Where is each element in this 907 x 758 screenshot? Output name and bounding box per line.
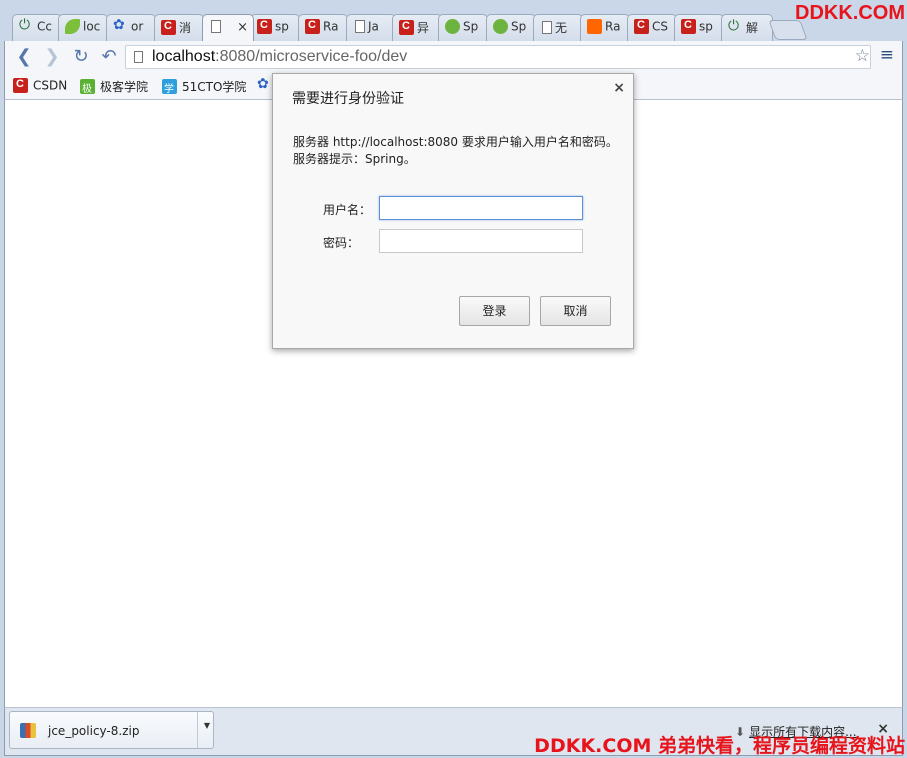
tab-label: sp (699, 19, 713, 34)
menu-icon[interactable]: ≡ (880, 45, 894, 65)
watermark-bottom: DDKK.COM 弟弟快看，程序员编程资料站 (534, 735, 905, 757)
paw-icon (257, 76, 272, 93)
csdn-icon (161, 20, 176, 35)
undo-button[interactable]: ↶ (98, 46, 120, 68)
spring-icon (493, 19, 508, 34)
bookmark-jike[interactable]: 极客学院 (80, 78, 148, 95)
url-host: localhost (152, 48, 216, 65)
reload-button[interactable]: ↻ (70, 46, 92, 68)
tab-16[interactable]: 解 (721, 14, 773, 41)
tab-3[interactable]: or (106, 14, 156, 41)
spring-icon (445, 19, 460, 34)
tab-label: 消 (179, 21, 192, 35)
bookmark-label: 51CTO学院 (182, 80, 247, 94)
tab-8[interactable]: Ja (346, 14, 396, 41)
tab-label: CS (652, 19, 668, 34)
toolbar: ❮ ❯ ↻ ↶ localhost:8080/microservice-foo/… (4, 41, 903, 73)
page-icon (211, 20, 221, 33)
bookmark-csdn[interactable]: CSDN (13, 78, 67, 93)
bookmark-51cto[interactable]: 51CTO学院 (162, 78, 246, 95)
back-button[interactable]: ❮ (13, 46, 35, 68)
tab-9[interactable]: 异 (392, 14, 442, 41)
divider (197, 712, 198, 748)
tab-label: Ja (368, 19, 379, 34)
undo-icon: ↶ (101, 46, 117, 67)
download-item[interactable]: jce_policy-8.zip ▼ (9, 711, 214, 749)
username-label: 用户名： (323, 203, 372, 217)
password-label: 密码： (323, 236, 360, 250)
csdn-icon (13, 78, 28, 93)
tab-label: 异 (417, 21, 430, 35)
tab-2[interactable]: loc (58, 14, 108, 41)
watermark-top: DDKK.COM (795, 2, 905, 24)
csdn-icon (681, 19, 696, 34)
cto-icon (162, 79, 177, 95)
tab-11[interactable]: Sp (486, 14, 536, 41)
leaf-icon (65, 19, 80, 34)
tab-label: Sp (511, 19, 527, 34)
login-button[interactable]: 登录 (459, 296, 530, 326)
url-path: :8080/microservice-foo/dev (215, 48, 408, 65)
tab-label: 解 (746, 21, 759, 35)
close-tab-icon[interactable]: × (237, 20, 248, 35)
paw-icon (113, 17, 128, 34)
dialog-message: 服务器 http://localhost:8080 要求用户输入用户名和密码。 (293, 135, 618, 149)
reload-icon: ↻ (73, 46, 89, 67)
tab-1[interactable]: Cc (12, 14, 62, 41)
tab-15[interactable]: sp (674, 14, 724, 41)
forward-button[interactable]: ❯ (41, 46, 63, 68)
download-filename: jce_policy-8.zip (48, 724, 140, 738)
tab-label: or (131, 19, 144, 34)
tab-6[interactable]: sp (250, 14, 300, 41)
csdn-icon (257, 19, 272, 34)
tab-label: loc (83, 19, 101, 34)
tab-strip: Cc loc or 消 × sp Ra Ja 异 Sp Sp 无 Ra CS s… (0, 0, 907, 42)
power-icon (19, 17, 34, 34)
arrow-left-icon: ❮ (16, 46, 32, 67)
tab-label: Cc (37, 19, 52, 34)
tab-label: Sp (463, 19, 479, 34)
zip-file-icon (20, 723, 36, 738)
username-input[interactable] (379, 196, 583, 220)
rabbitmq-icon (587, 19, 602, 34)
chevron-down-icon[interactable]: ▼ (204, 721, 210, 730)
close-dialog-icon[interactable]: × (613, 80, 625, 96)
tab-label: Ra (605, 19, 621, 34)
tab-label: 无 (555, 21, 568, 35)
tab-12[interactable]: 无 (533, 14, 583, 41)
dialog-title: 需要进行身份验证 (292, 91, 404, 107)
tab-7[interactable]: Ra (298, 14, 348, 41)
bookmark-label: CSDN (33, 78, 68, 93)
csdn-icon (305, 19, 320, 34)
csdn-icon (399, 20, 414, 35)
tab-5-active[interactable]: × (202, 14, 254, 41)
power-icon (728, 18, 743, 35)
tab-label: sp (275, 19, 289, 34)
tab-label: Ra (323, 19, 339, 34)
bookmark-label: 极客学院 (100, 80, 149, 94)
page-icon (542, 21, 552, 34)
arrow-right-icon: ❯ (44, 46, 60, 67)
page-icon (355, 20, 365, 33)
csdn-icon (634, 19, 649, 34)
tab-10[interactable]: Sp (438, 14, 488, 41)
address-bar[interactable]: localhost:8080/microservice-foo/dev (125, 45, 871, 69)
tab-14[interactable]: CS (627, 14, 677, 41)
url-text[interactable]: localhost:8080/microservice-foo/dev (152, 48, 407, 66)
cancel-button[interactable]: 取消 (540, 296, 611, 326)
page-icon (134, 51, 143, 63)
tab-4[interactable]: 消 (154, 14, 204, 41)
dialog-hint: 服务器提示：Spring。 (293, 152, 416, 166)
tab-13[interactable]: Ra (580, 14, 630, 41)
password-input[interactable] (379, 229, 583, 253)
auth-dialog: 需要进行身份验证 × 服务器 http://localhost:8080 要求用… (272, 73, 634, 349)
bookmark-star-icon[interactable]: ☆ (855, 46, 870, 66)
jike-icon (80, 79, 95, 95)
